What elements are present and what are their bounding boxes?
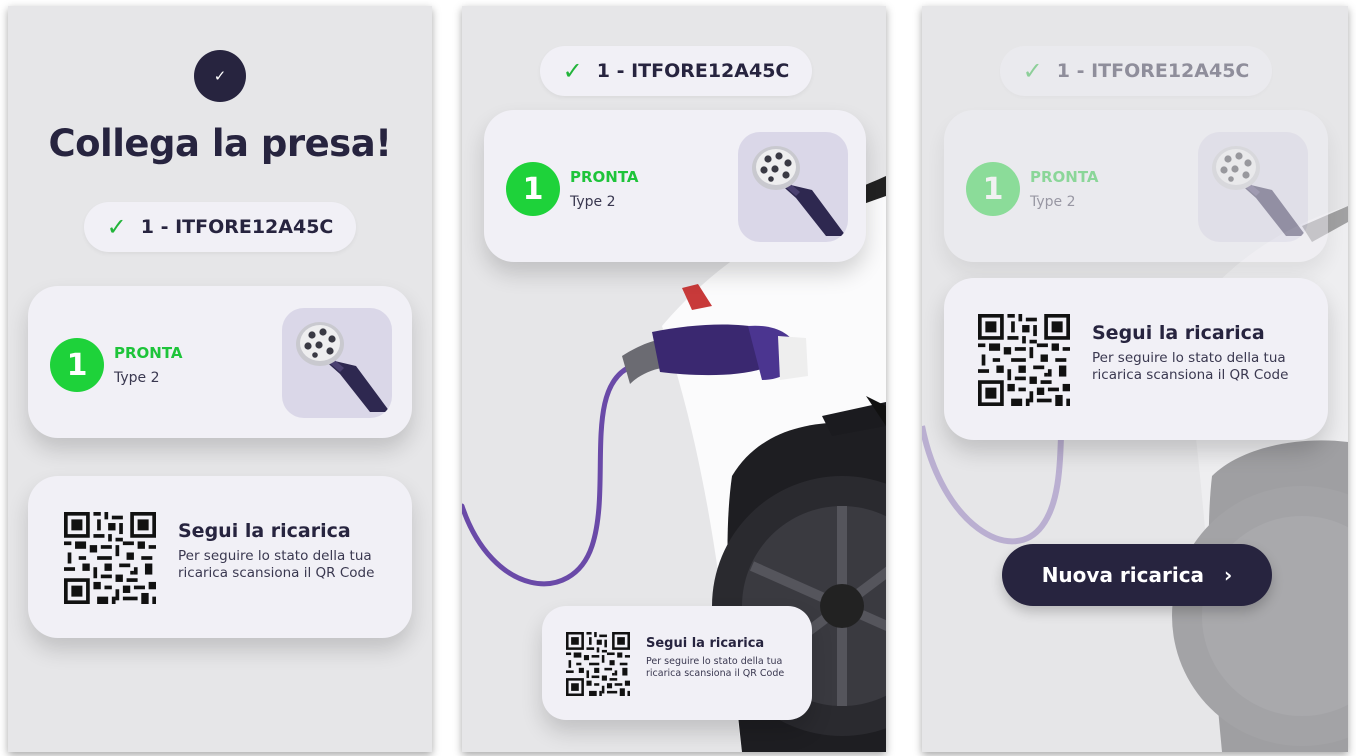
connector-status: PRONTA bbox=[114, 344, 183, 362]
qr-title: Segui la ricarica bbox=[178, 520, 351, 542]
station-id: 1 - ITFORE12A45C bbox=[140, 216, 334, 238]
connector-image bbox=[282, 308, 392, 418]
check-icon: ✓ bbox=[1022, 57, 1043, 85]
qr-description: Per seguire lo stato della tua ricarica … bbox=[1092, 350, 1289, 384]
connector-type: Type 2 bbox=[570, 194, 616, 210]
station-id: 1 - ITFORE12A45C bbox=[596, 60, 790, 82]
connector-image bbox=[738, 132, 848, 242]
connector-status: PRONTA bbox=[570, 168, 639, 186]
check-icon: ✓ bbox=[106, 213, 127, 241]
station-id-pill: ✓ 1 - ITFORE12A45C bbox=[1000, 46, 1272, 96]
page-title: Collega la presa! bbox=[48, 122, 392, 165]
qr-card: Segui la ricarica Per seguire lo stato d… bbox=[542, 606, 812, 720]
screen-car-charging: ✓ 1 - ITFORE12A45C 1 PRONTA Type 2 Segui… bbox=[462, 6, 886, 752]
station-id: 1 - ITFORE12A45C bbox=[1056, 60, 1250, 82]
connector-number-badge: 1 bbox=[506, 162, 560, 216]
qr-code-icon bbox=[64, 512, 156, 604]
connector-type2-icon bbox=[282, 308, 392, 418]
station-id-pill: ✓ 1 - ITFORE12A45C bbox=[84, 202, 356, 252]
connector-type2-icon bbox=[738, 132, 848, 242]
qr-description: Per seguire lo stato della tua ricarica … bbox=[178, 548, 375, 582]
qr-code-icon bbox=[566, 632, 630, 696]
connector-number-badge: 1 bbox=[50, 338, 104, 392]
connector-type: Type 2 bbox=[1030, 194, 1076, 210]
success-badge: ✓ bbox=[194, 50, 246, 102]
connector-card: 1 PRONTA Type 2 bbox=[944, 110, 1328, 262]
qr-card: Segui la ricarica Per seguire lo stato d… bbox=[944, 278, 1328, 440]
qr-title: Segui la ricarica bbox=[1092, 322, 1265, 344]
connector-type: Type 2 bbox=[114, 370, 160, 386]
connector-card[interactable]: 1 PRONTA Type 2 bbox=[484, 110, 866, 262]
screen-follow-charge: ✓ 1 - ITFORE12A45C 1 PRONTA Type 2 Segui… bbox=[922, 6, 1348, 752]
connector-card[interactable]: 1 PRONTA Type 2 bbox=[28, 286, 412, 438]
qr-description: Per seguire lo stato della tua ricarica … bbox=[646, 656, 785, 680]
chevron-right-icon: › bbox=[1224, 563, 1233, 587]
connector-image bbox=[1198, 132, 1308, 242]
check-icon: ✓ bbox=[562, 57, 583, 85]
qr-card: Segui la ricarica Per seguire lo stato d… bbox=[28, 476, 412, 638]
check-icon: ✓ bbox=[213, 67, 227, 85]
screen-connect-plug: ✓ Collega la presa! ✓ 1 - ITFORE12A45C 1… bbox=[8, 6, 432, 752]
qr-title: Segui la ricarica bbox=[646, 636, 765, 651]
station-id-pill: ✓ 1 - ITFORE12A45C bbox=[540, 46, 812, 96]
new-charge-label: Nuova ricarica bbox=[1041, 563, 1205, 587]
new-charge-button[interactable]: Nuova ricarica › bbox=[1002, 544, 1272, 606]
connector-number-badge: 1 bbox=[966, 162, 1020, 216]
connector-status: PRONTA bbox=[1030, 168, 1099, 186]
qr-code-icon bbox=[978, 314, 1070, 406]
connector-type2-icon bbox=[1198, 132, 1308, 242]
